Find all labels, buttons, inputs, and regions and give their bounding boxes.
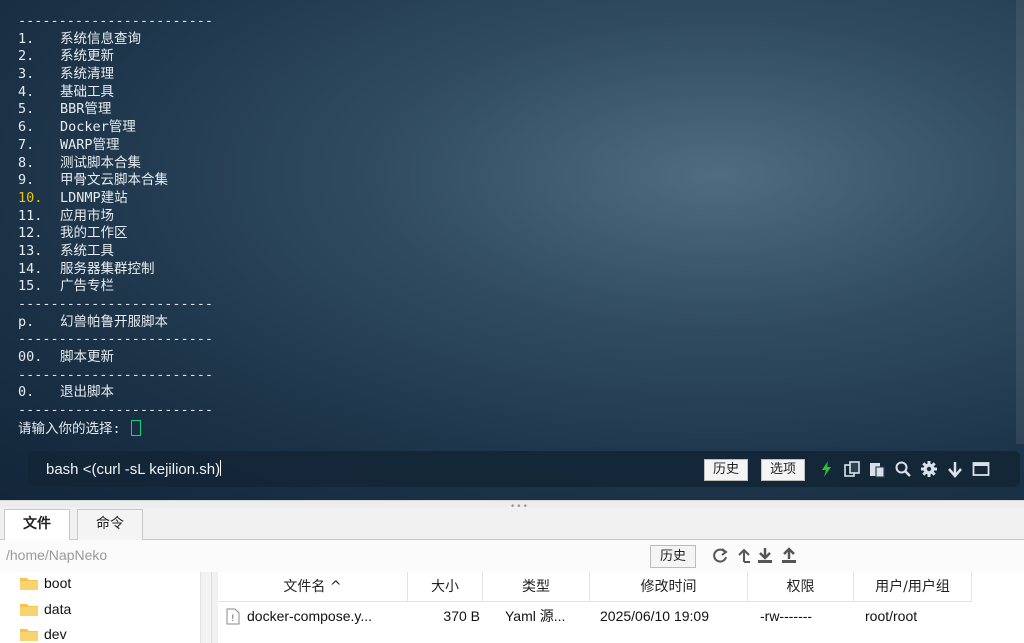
menu-item-8: 8. 测试脚本合集 [18,154,141,171]
file-name: docker-compose.y... [247,608,373,624]
column-header-type[interactable]: 类型 [483,572,590,602]
tree-scrollbar[interactable] [200,572,211,643]
path-bar: /home/NapNeko 历史 [0,540,1024,572]
download-icon[interactable] [756,547,774,565]
upload-icon[interactable] [780,547,798,565]
menu-item-0: 0. 退出脚本 [18,384,114,401]
path-input[interactable]: /home/NapNeko [6,547,107,563]
file-owner: root/root [865,608,918,624]
file-size: 370 B [443,608,480,624]
folder-icon [20,578,38,590]
separator: ------------------------ [18,402,214,419]
separator: ------------------------ [18,331,214,348]
refresh-icon[interactable] [711,547,729,565]
menu-item-3: 3. 系统清理 [18,66,114,83]
tree-item-dev[interactable]: dev [20,626,67,643]
tree-item-boot[interactable]: boot [20,575,71,597]
file-table: 文件名 ^ 大小 类型 修改时间 权限 用户/用户组 ! docker-comp… [218,572,1024,643]
menu-item-00: 00. 脚本更新 [18,349,114,366]
input-prompt: 请输入你的选择: [18,419,213,439]
separator: ------------------------ [18,366,214,383]
menu-item-1: 1. 系统信息查询 [18,30,141,47]
directory-tree: boot data dev [0,572,212,643]
command-input[interactable]: bash <(curl -sL kejilion.sh) [46,460,686,480]
path-history-button[interactable]: 历史 [650,545,697,568]
command-bar: bash <(curl -sL kejilion.sh) 历史 选项 [28,451,1020,487]
separator: ------------------------ [18,296,214,312]
tab-files[interactable]: 文件 [4,509,70,541]
menu-item-7: 7. WARP管理 [18,136,120,153]
file-icon: ! [226,608,240,625]
file-type: Yaml 源... [505,608,566,624]
command-options-button[interactable]: 选项 [761,459,806,481]
menu-item-4: 4. 基础工具 [18,83,114,100]
tab-commands[interactable]: 命令 [77,509,143,540]
up-directory-icon[interactable] [735,547,753,565]
menu-item-13: 13. 系统工具 [18,242,114,259]
column-header-mtime[interactable]: 修改时间 [590,572,748,602]
svg-text:!: ! [231,614,235,624]
lightning-icon[interactable] [818,460,836,478]
menu-item-5: 5. BBR管理 [18,101,112,118]
column-header-permission[interactable]: 权限 [748,572,854,602]
menu-item-2: 2. 系统更新 [18,48,114,65]
file-mtime: 2025/06/10 19:09 [600,608,709,624]
file-permission: -rw------- [760,608,813,624]
folder-icon [20,604,38,616]
column-header-owner[interactable]: 用户/用户组 [854,572,972,602]
menu-item-15: 15. 广告专栏 [18,278,114,295]
bottom-tabs: 文件 命令 [0,507,1024,541]
separator: ------------------------ [18,13,214,29]
menu-item-14: 14. 服务器集群控制 [18,260,155,277]
column-header-name[interactable]: 文件名 ^ [218,572,408,602]
menu-item-12: 12. 我的工作区 [18,225,128,242]
menu-item-p: p. 幻兽帕鲁开服脚本 [18,313,168,330]
menu-item-9: 9. 甲骨文云脚本合集 [18,172,168,189]
copy-icon[interactable] [843,460,861,478]
folder-icon [20,629,38,641]
maximize-icon[interactable] [972,460,990,478]
terminal-scrollbar[interactable] [1016,0,1024,444]
menu-item-6: 6. Docker管理 [18,119,136,136]
search-icon[interactable] [894,460,912,478]
command-history-button[interactable]: 历史 [704,459,749,481]
column-header-size[interactable]: 大小 [408,572,483,602]
tree-item-data[interactable]: data [20,601,71,623]
menu-item-11: 11. 应用市场 [18,207,114,224]
terminal-cursor [130,419,141,436]
menu-item-10: 10. LDNMP建站 [18,189,128,206]
terminal-pane[interactable]: ------------------------ 1. 系统信息查询 2. 系统更新… [0,0,1024,500]
pane-splitter[interactable]: ••• [0,500,1024,512]
paste-icon[interactable] [868,460,886,478]
arrow-down-icon[interactable] [946,460,964,478]
gear-icon[interactable] [920,460,938,478]
terminal-output: ------------------------ 1. 系统信息查询 2. 系统更新… [18,13,213,439]
